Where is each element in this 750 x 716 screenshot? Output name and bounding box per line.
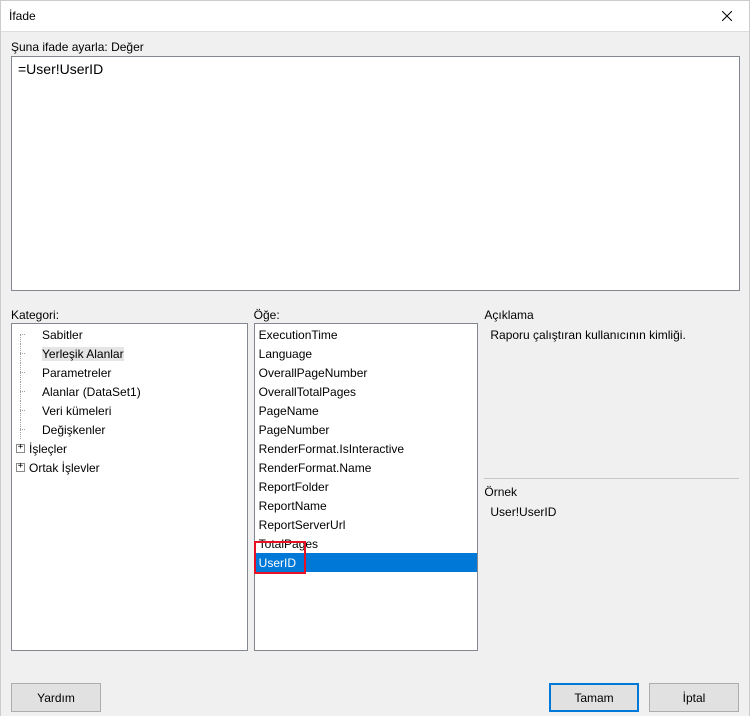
close-icon — [722, 11, 732, 21]
tree-item[interactable]: Sabitler — [12, 325, 247, 344]
list-item[interactable]: ReportServerUrl — [255, 515, 478, 534]
list-item[interactable]: RenderFormat.IsInteractive — [255, 439, 478, 458]
titlebar: İfade — [1, 1, 749, 31]
ok-button[interactable]: Tamam — [549, 683, 639, 712]
list-item[interactable]: RenderFormat.Name — [255, 458, 478, 477]
button-row: Yardım Tamam İptal — [11, 683, 739, 712]
list-item[interactable]: OverallTotalPages — [255, 382, 478, 401]
tree-item-label: Veri kümeleri — [42, 404, 111, 418]
expand-icon[interactable] — [16, 463, 25, 472]
tree-item[interactable]: İşleçler — [12, 439, 247, 458]
item-column: Öğe: ExecutionTimeLanguageOverallPageNum… — [254, 308, 479, 651]
list-item[interactable]: ReportName — [255, 496, 478, 515]
category-label: Kategori: — [11, 308, 248, 322]
columns: Kategori: Sabitler Yerleşik Alanlar Parame… — [11, 308, 739, 651]
close-button[interactable] — [704, 1, 749, 31]
expression-label: Şuna ifade ayarla: Değer — [11, 40, 739, 54]
category-tree[interactable]: Sabitler Yerleşik Alanlar Parametreler Alan… — [11, 323, 248, 651]
tree-item[interactable]: Parametreler — [12, 363, 247, 382]
description-text: Raporu çalıştıran kullanıcının kimliği. — [490, 328, 739, 470]
tree-item[interactable]: Alanlar (DataSet1) — [12, 382, 247, 401]
info-column: Açıklama Raporu çalıştıran kullanıcının … — [484, 308, 739, 651]
window-title: İfade — [9, 9, 36, 23]
separator — [484, 478, 739, 479]
example-text: User!UserID — [490, 505, 739, 519]
description-section: Açıklama Raporu çalıştıran kullanıcının … — [484, 308, 739, 470]
tree-item-label: Sabitler — [42, 328, 83, 342]
help-button[interactable]: Yardım — [11, 683, 101, 712]
tree-item-label: Parametreler — [42, 366, 111, 380]
item-list[interactable]: ExecutionTimeLanguageOverallPageNumberOv… — [254, 323, 479, 651]
item-label: Öğe: — [254, 308, 479, 322]
description-label: Açıklama — [484, 308, 739, 322]
list-item[interactable]: TotalPages — [255, 534, 478, 553]
dialog-content: Şuna ifade ayarla: Değer Kategori: Sabit… — [1, 31, 749, 716]
tree-item-label: İşleçler — [29, 442, 67, 456]
list-item[interactable]: UserID — [255, 553, 478, 572]
tree-item-label: Yerleşik Alanlar — [42, 347, 124, 361]
tree-item[interactable]: Ortak İşlevler — [12, 458, 247, 477]
tree-item-label: Değişkenler — [42, 423, 105, 437]
expand-icon[interactable] — [16, 444, 25, 453]
tree-item[interactable]: Yerleşik Alanlar — [12, 344, 247, 363]
cancel-button[interactable]: İptal — [649, 683, 739, 712]
list-item[interactable]: Language — [255, 344, 478, 363]
expression-textarea[interactable] — [11, 56, 740, 291]
tree-item-label: Ortak İşlevler — [29, 461, 100, 475]
list-item[interactable]: ExecutionTime — [255, 325, 478, 344]
category-column: Kategori: Sabitler Yerleşik Alanlar Parame… — [11, 308, 248, 651]
list-item[interactable]: ReportFolder — [255, 477, 478, 496]
example-section: Örnek User!UserID — [484, 485, 739, 519]
tree-item[interactable]: Değişkenler — [12, 420, 247, 439]
list-item[interactable]: PageNumber — [255, 420, 478, 439]
list-item[interactable]: OverallPageNumber — [255, 363, 478, 382]
tree-item[interactable]: Veri kümeleri — [12, 401, 247, 420]
list-item[interactable]: PageName — [255, 401, 478, 420]
tree-item-label: Alanlar (DataSet1) — [42, 385, 141, 399]
example-label: Örnek — [484, 485, 739, 499]
